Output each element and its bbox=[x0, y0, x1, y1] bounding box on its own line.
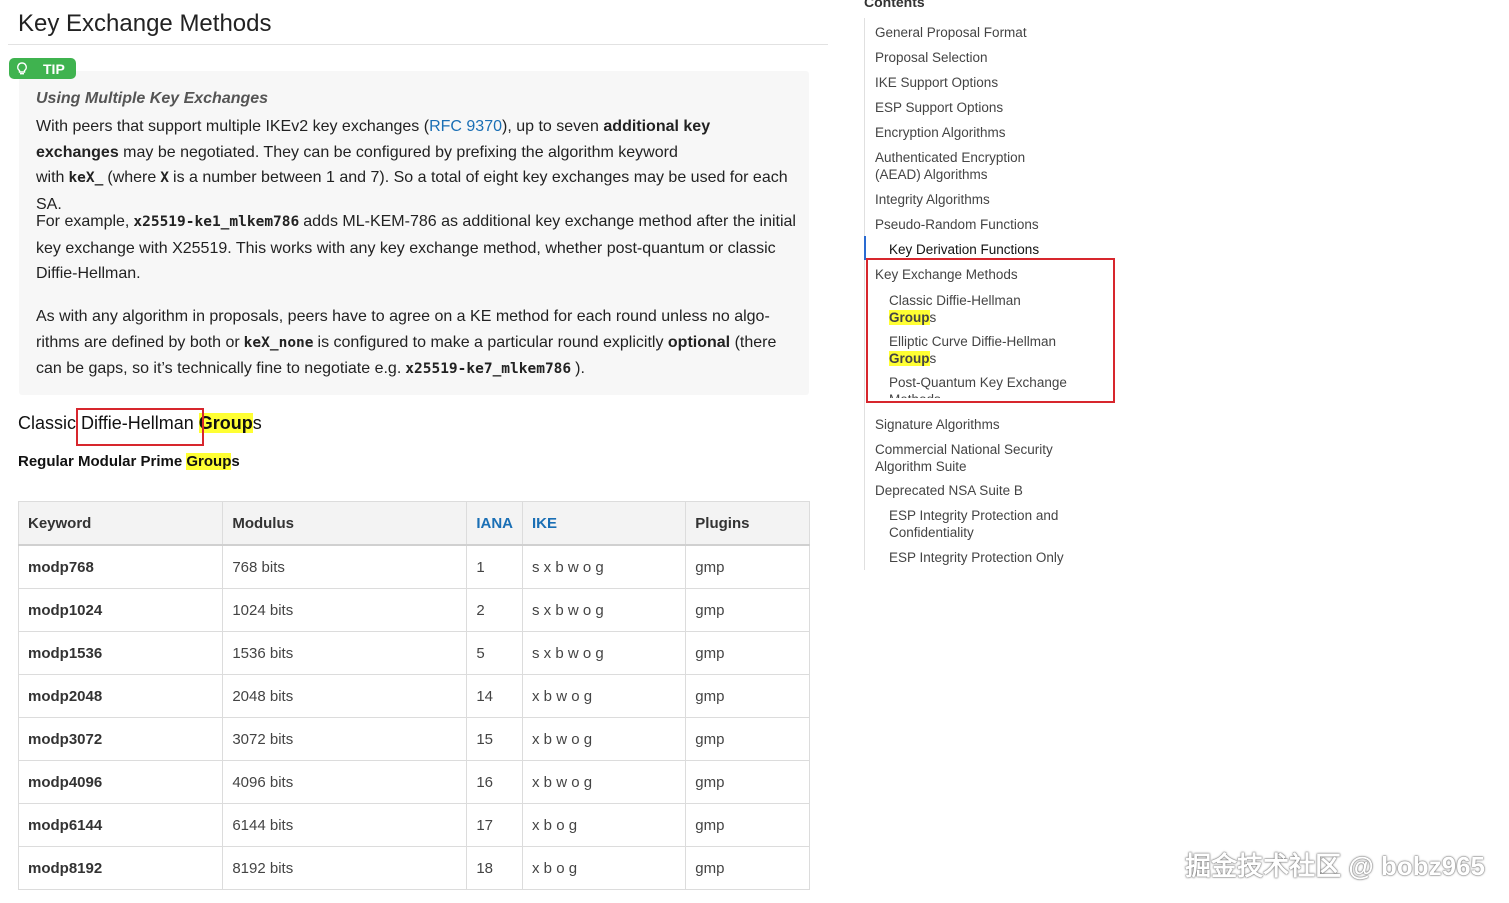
cell-plugins: gmp bbox=[685, 803, 810, 847]
toc-item[interactable]: Deprecated NSA Suite B bbox=[875, 482, 1105, 499]
col-keyword: Keyword bbox=[17, 501, 224, 546]
toc-item[interactable]: Encryption Algorithms bbox=[875, 124, 1105, 141]
cell-ike: s x b w o g bbox=[522, 588, 687, 632]
tip-paragraph-2: For example, x25519-ke1_mlkem786 adds ML-K… bbox=[36, 213, 796, 282]
cell-ike: x b o g bbox=[522, 803, 687, 847]
table-row: modp768 768 bits 1 s x b w o g gmp bbox=[17, 544, 810, 589]
table-row: modp8192 8192 bits 18 x b o g gmp bbox=[17, 846, 810, 890]
cell-keyword: modp1536 bbox=[17, 631, 224, 675]
search-highlight: Group bbox=[186, 453, 232, 470]
cell-keyword: modp1024 bbox=[17, 588, 224, 632]
cell-plugins: gmp bbox=[685, 631, 810, 675]
tip-paragraph-1: With peers that support multiple IKEv2 k… bbox=[36, 118, 788, 213]
cell-iana: 18 bbox=[466, 846, 524, 890]
modp-groups-table: Keyword Modulus IANA IKE Plugins modp768… bbox=[17, 501, 810, 890]
cell-plugins: gmp bbox=[685, 588, 810, 632]
annotation-box-toc bbox=[866, 258, 1115, 403]
table-row: modp1536 1536 bits 5 s x b w o g gmp bbox=[17, 631, 810, 675]
table-row: modp4096 4096 bits 16 x b w o g gmp bbox=[17, 760, 810, 804]
toc-item[interactable]: Signature Algorithms bbox=[875, 416, 1105, 433]
col-iana-link[interactable]: IANA bbox=[466, 501, 524, 546]
cell-iana: 5 bbox=[466, 631, 524, 675]
cell-modulus: 3072 bits bbox=[222, 717, 468, 761]
cell-iana: 16 bbox=[466, 760, 524, 804]
annotation-box-heading bbox=[76, 408, 204, 446]
code-x: X bbox=[160, 170, 170, 186]
cell-iana: 14 bbox=[466, 674, 524, 718]
cell-iana: 2 bbox=[466, 588, 524, 632]
tip-paragraph-3: As with any algorithm in proposals, peer… bbox=[36, 308, 777, 377]
table-row: modp2048 2048 bits 14 x b w o g gmp bbox=[17, 674, 810, 718]
tip-title: Using Multiple Key Exchanges bbox=[36, 90, 269, 107]
cell-keyword: modp2048 bbox=[17, 674, 224, 718]
toc-item[interactable]: Pseudo-Random Functions bbox=[875, 216, 1105, 233]
col-plugins: Plugins bbox=[685, 501, 810, 546]
cell-modulus: 1024 bits bbox=[222, 588, 468, 632]
toc-item[interactable]: IKE Support Options bbox=[875, 74, 1105, 91]
cell-modulus: 768 bits bbox=[222, 544, 468, 589]
cell-keyword: modp6144 bbox=[17, 803, 224, 847]
toc-item[interactable]: ESP Integrity Protection and Confidentia… bbox=[889, 507, 1079, 541]
cell-ike: x b w o g bbox=[522, 717, 687, 761]
cell-ike: x b w o g bbox=[522, 760, 687, 804]
cell-ike: x b w o g bbox=[522, 674, 687, 718]
cell-modulus: 6144 bits bbox=[222, 803, 468, 847]
cell-plugins: gmp bbox=[685, 674, 810, 718]
cell-modulus: 1536 bits bbox=[222, 631, 468, 675]
col-modulus: Modulus bbox=[222, 501, 468, 546]
toc-item[interactable]: Commercial National Security Algorithm S… bbox=[875, 441, 1065, 475]
page-title: Key Exchange Methods bbox=[18, 10, 272, 37]
cell-plugins: gmp bbox=[685, 717, 810, 761]
cell-modulus: 4096 bits bbox=[222, 760, 468, 804]
toc-item[interactable]: Authenticated Encryption (AEAD) Algorith… bbox=[875, 149, 1045, 183]
cell-ike: s x b w o g bbox=[522, 631, 687, 675]
cell-ike: x b o g bbox=[522, 846, 687, 890]
subsection-heading-modp: Regular Modular Prime Groups bbox=[18, 453, 240, 470]
toc-item[interactable]: ESP Integrity Protection Only bbox=[889, 549, 1119, 566]
title-divider bbox=[8, 44, 828, 45]
cell-keyword: modp8192 bbox=[17, 846, 224, 890]
toc-rail bbox=[864, 18, 865, 570]
cell-plugins: gmp bbox=[685, 544, 810, 589]
cell-keyword: modp3072 bbox=[17, 717, 224, 761]
col-ike-link[interactable]: IKE bbox=[522, 501, 687, 546]
cell-ike: s x b w o g bbox=[522, 544, 687, 589]
toc-active-indicator bbox=[864, 236, 866, 260]
table-row: modp6144 6144 bits 17 x b o g gmp bbox=[17, 803, 810, 847]
toc-item[interactable]: ESP Support Options bbox=[875, 99, 1105, 116]
cell-modulus: 8192 bits bbox=[222, 846, 468, 890]
watermark: 掘金技术社区 @ bobz965 bbox=[1185, 851, 1485, 881]
toc-item[interactable]: General Proposal Format bbox=[875, 24, 1105, 41]
search-highlight: Group bbox=[198, 413, 253, 433]
cell-iana: 1 bbox=[466, 544, 524, 589]
cell-keyword: modp4096 bbox=[17, 760, 224, 804]
cell-iana: 15 bbox=[466, 717, 524, 761]
code-x25519-ke7: x25519-ke7_mlkem786 bbox=[405, 361, 572, 377]
code-x25519-ke1: x25519-ke1_mlkem786 bbox=[133, 214, 300, 230]
table-row: modp3072 3072 bits 15 x b w o g gmp bbox=[17, 717, 810, 761]
table-row: modp1024 1024 bits 2 s x b w o g gmp bbox=[17, 588, 810, 632]
lightbulb-icon bbox=[9, 61, 35, 76]
toc-item[interactable]: Key Derivation Functions bbox=[889, 241, 1119, 258]
toc-heading: Contents bbox=[864, 0, 925, 10]
cell-keyword: modp768 bbox=[17, 544, 224, 589]
table-header-row: Keyword Modulus IANA IKE Plugins bbox=[17, 501, 810, 546]
tip-label: TIP bbox=[43, 60, 65, 77]
code-kex: keX_ bbox=[68, 170, 104, 186]
cell-modulus: 2048 bits bbox=[222, 674, 468, 718]
cell-plugins: gmp bbox=[685, 760, 810, 804]
code-kex-none: keX_none bbox=[243, 334, 314, 351]
cell-iana: 17 bbox=[466, 803, 524, 847]
rfc-9370-link[interactable]: RFC 9370 bbox=[429, 118, 502, 135]
toc-item[interactable]: Integrity Algorithms bbox=[875, 191, 1105, 208]
cell-plugins: gmp bbox=[685, 846, 810, 890]
table-body: modp768 768 bits 1 s x b w o g gmp modp1024 10… bbox=[17, 544, 810, 890]
toc-item[interactable]: Proposal Selection bbox=[875, 49, 1105, 66]
tip-badge: TIP bbox=[9, 58, 76, 79]
